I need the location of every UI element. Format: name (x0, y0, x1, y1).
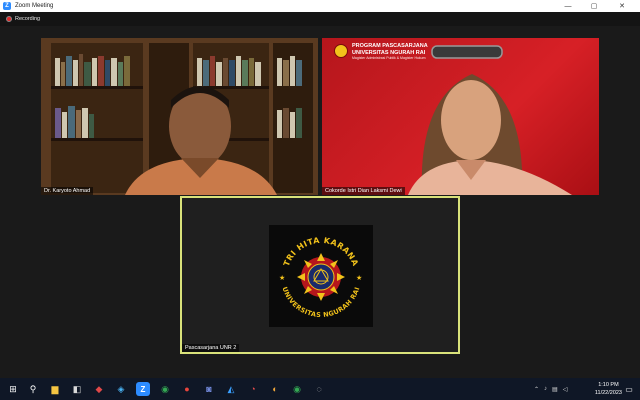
microphone-icon[interactable]: ♪ (544, 386, 547, 392)
windows-start-icon[interactable]: ⊞ (6, 382, 20, 396)
notification-icon[interactable]: ▭ (622, 382, 636, 396)
clock-time: 1:10 PM (598, 382, 619, 388)
search-icon[interactable]: ⚲ (26, 382, 40, 396)
tri-hita-karana-logo: TRI HITA KARANA UNIVERSITAS NGURAH RAI ★… (269, 225, 373, 327)
video-tile-participant-2[interactable]: PROGRAM PASCASARJANA UNIVERSITAS NGURAH … (322, 38, 599, 195)
recording-label[interactable]: Recording (15, 16, 40, 22)
window-title: Zoom Meeting (15, 3, 54, 9)
participant-video-illustration (408, 45, 572, 195)
recording-bar: Recording (0, 12, 640, 26)
video-tile-participant-1[interactable]: Dr. Karyoto Ahmad (41, 38, 318, 195)
star-icon-left: ★ (279, 274, 285, 282)
participant-name-tag: Cokorde Istri Dian Laksmi Dewi (322, 187, 405, 195)
chevron-up-icon[interactable]: ⌃ (534, 386, 539, 393)
volume-icon[interactable]: ◁ (563, 386, 568, 393)
network-icon[interactable]: ▤ (552, 386, 558, 393)
video-tile-active-speaker[interactable]: TRI HITA KARANA UNIVERSITAS NGURAH RAI ★… (180, 196, 460, 354)
zoom-taskbar-icon[interactable]: Z (136, 382, 150, 396)
windows-taskbar: ⊞ ⚲ ▆ ◧ ◆ ◈ Z ◉ ● ◙ ◭ ◔ ◐ ◉ ◌ ⌃ ♪ ▤ ◁ 1:… (0, 378, 640, 400)
chrome-icon-2[interactable]: ◉ (290, 382, 304, 396)
file-explorer-icon[interactable]: ▆ (48, 382, 62, 396)
taskbar-clock[interactable]: 1:10 PM 11/22/2023 (595, 381, 622, 397)
minimize-button[interactable]: — (556, 0, 580, 12)
app-icon-6[interactable]: ◐ (268, 382, 282, 396)
maximize-button[interactable]: ▢ (582, 0, 606, 12)
app-icon-4[interactable]: ◭ (224, 382, 238, 396)
meeting-stage: Dr. Karyoto Ahmad PROGRAM PASCASARJANA U… (0, 26, 640, 378)
participant-name-tag: Pascasarjana UNR 2 (182, 344, 240, 352)
app-icon-1[interactable]: ◧ (70, 382, 84, 396)
system-tray: ⌃ ♪ ▤ ◁ (534, 378, 567, 400)
record-icon (6, 16, 12, 22)
participant-name-tag: Dr. Karyoto Ahmad (41, 187, 94, 195)
clock-date: 11/22/2023 (594, 390, 622, 396)
pdf-reader-icon[interactable]: ◆ (92, 382, 106, 396)
close-button[interactable]: ✕ (610, 0, 634, 12)
star-icon-right: ★ (356, 274, 362, 282)
app-icon-5[interactable]: ◔ (246, 382, 260, 396)
zoom-app-icon: Z (3, 2, 11, 10)
window-titlebar: Z Zoom Meeting (0, 0, 640, 12)
bookshelf-illustration (41, 38, 318, 195)
chrome-icon[interactable]: ◉ (158, 382, 172, 396)
discord-icon[interactable]: ◙ (202, 382, 216, 396)
app-icon-7[interactable]: ◌ (312, 382, 326, 396)
app-icon-2[interactable]: ◈ (114, 382, 128, 396)
app-icon-3[interactable]: ● (180, 382, 194, 396)
